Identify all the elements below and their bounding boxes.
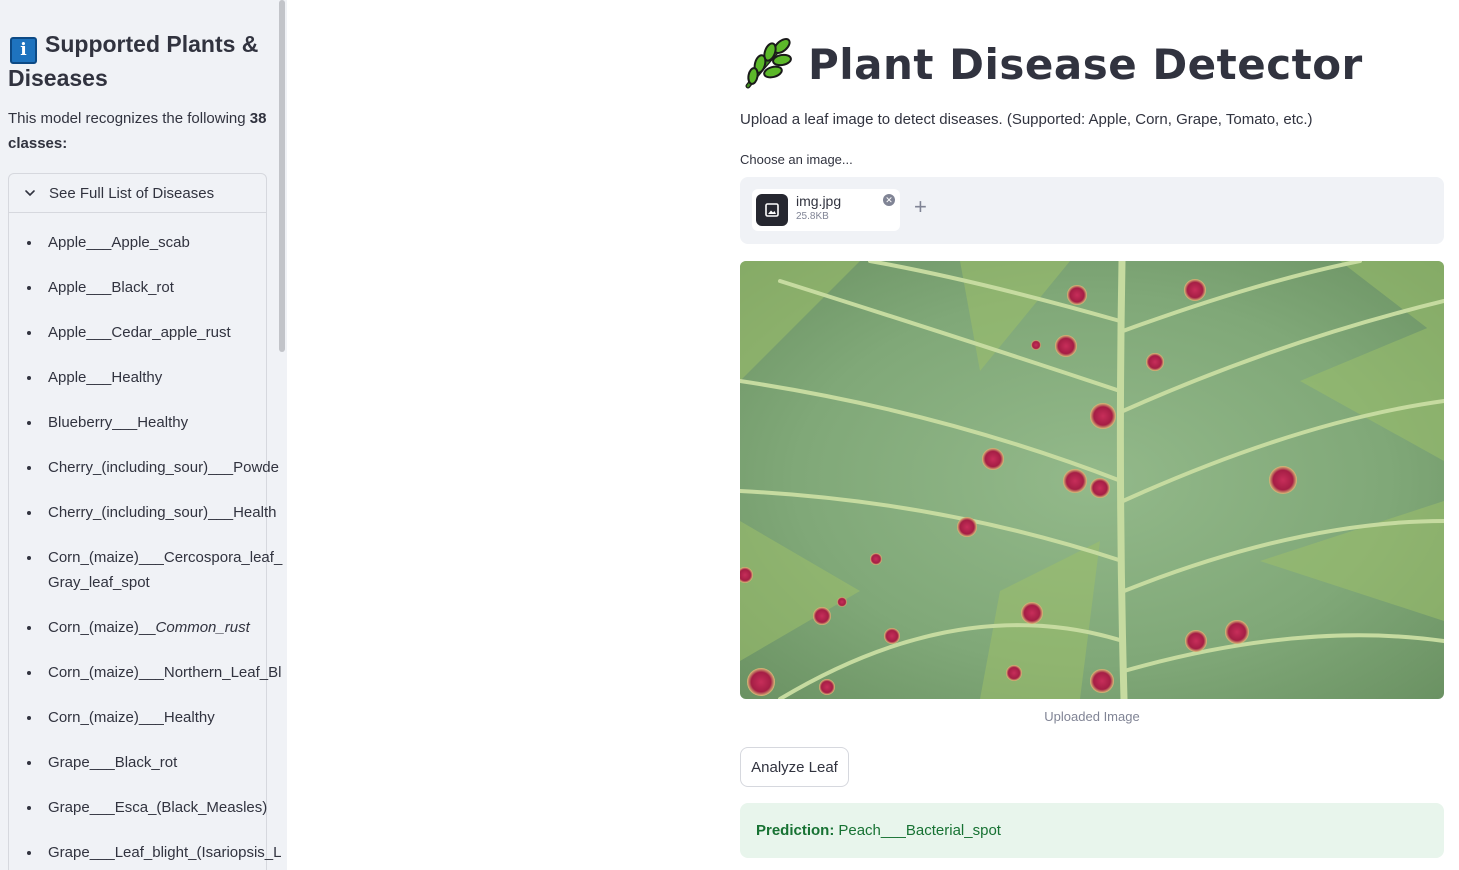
list-item: Corn_(maize)___Northern_Leaf_Bl <box>9 660 282 685</box>
list-item: Corn_(maize)___Healthy <box>9 705 279 730</box>
sidebar-title-text: Supported Plants & Diseases <box>8 31 259 91</box>
disease-label: Cherry_(including_sour)___Powde <box>48 459 279 476</box>
disease-label-continued: Gray_leaf_spot <box>48 574 150 591</box>
file-size: 25.8KB <box>796 211 829 222</box>
list-item: Apple___Black_rot <box>9 275 279 300</box>
list-item: Cherry_(including_sour)___Powde <box>9 455 279 480</box>
chevron-down-icon <box>25 190 35 197</box>
disease-label: Apple___Apple_scab <box>48 234 190 251</box>
disease-label: Cherry_(including_sour)___Health <box>48 504 277 521</box>
expander-header[interactable]: See Full List of Diseases <box>9 174 266 213</box>
disease-label: Corn_(maize)___Cercospora_leaf_ <box>48 549 283 566</box>
analyze-leaf-button[interactable]: Analyze Leaf <box>740 747 849 787</box>
class-count: 38 <box>249 110 267 127</box>
disease-label-italic: Common_rust <box>155 619 250 636</box>
disease-label: Grape___Leaf_blight_(Isariopsis_L <box>48 844 282 861</box>
list-item: Blueberry___Healthy <box>9 410 279 435</box>
desc-prefix: This model recognizes the following <box>8 110 250 127</box>
desc-suffix: classes: <box>8 135 68 152</box>
uploaded-leaf-image <box>740 261 1444 699</box>
disease-label: Corn_(maize)___Healthy <box>48 709 215 726</box>
disease-label: Apple___Healthy <box>48 369 163 386</box>
list-item: Corn_(maize)___Cercospora_leaf_ Gray_leaf… <box>9 545 283 595</box>
disease-list-expander: See Full List of Diseases Apple___Apple_… <box>8 173 282 870</box>
disease-label: Apple___Cedar_apple_rust <box>48 324 231 341</box>
disease-list: Apple___Apple_scab Apple___Black_rot App… <box>9 230 283 870</box>
prediction-label: Prediction: <box>756 822 835 839</box>
file-uploader-label: Choose an image... <box>740 152 853 167</box>
sidebar: i Supported Plants & Diseases This model … <box>0 0 287 870</box>
prediction-alert: Prediction: Peach___Bacterial_spot <box>740 803 1444 858</box>
image-file-icon <box>756 194 788 226</box>
list-item: Corn_(maize)__Common_rust <box>9 615 279 640</box>
image-caption: Uploaded Image <box>1044 709 1140 724</box>
herb-icon <box>745 38 792 89</box>
disease-label: Blueberry___Healthy <box>48 414 189 431</box>
expander-label: See Full List of Diseases <box>49 184 215 202</box>
list-item: Grape___Leaf_blight_(Isariopsis_L <box>9 840 282 865</box>
prediction-value: Peach___Bacterial_spot <box>838 822 1001 839</box>
disease-label: Corn_(maize)__ <box>48 619 156 636</box>
file-uploader[interactable]: img.jpg 25.8KB ✕ + <box>740 177 1444 244</box>
sidebar-description: This model recognizes the following 38 c… <box>8 106 278 156</box>
info-icon: i <box>10 37 37 64</box>
page-header: Plant Disease Detector <box>740 36 1363 92</box>
list-item: Cherry_(including_sour)___Health <box>9 500 279 525</box>
page-title: Plant Disease Detector <box>808 39 1363 89</box>
list-item: Apple___Cedar_apple_rust <box>9 320 279 345</box>
plus-icon[interactable]: + <box>914 196 927 218</box>
disease-label: Apple___Black_rot <box>48 279 174 296</box>
list-item: Grape___Black_rot <box>9 750 279 775</box>
file-name: img.jpg <box>796 193 842 209</box>
leaf-image-graphic <box>740 261 1444 699</box>
list-item: Apple___Healthy <box>9 365 279 390</box>
list-item: Grape___Esca_(Black_Measles) <box>9 795 279 820</box>
sidebar-title: i Supported Plants & Diseases <box>8 30 268 93</box>
close-icon[interactable]: ✕ <box>883 194 895 206</box>
page-subtitle: Upload a leaf image to detect diseases. … <box>740 111 1313 128</box>
list-item: Apple___Apple_scab <box>9 230 279 255</box>
disease-label: Grape___Esca_(Black_Measles) <box>48 799 268 816</box>
sidebar-scrollbar[interactable] <box>279 0 285 352</box>
disease-label: Corn_(maize)___Northern_Leaf_Bl <box>48 664 282 681</box>
disease-label: Grape___Black_rot <box>48 754 178 771</box>
uploaded-file-chip: img.jpg 25.8KB ✕ <box>752 189 900 231</box>
